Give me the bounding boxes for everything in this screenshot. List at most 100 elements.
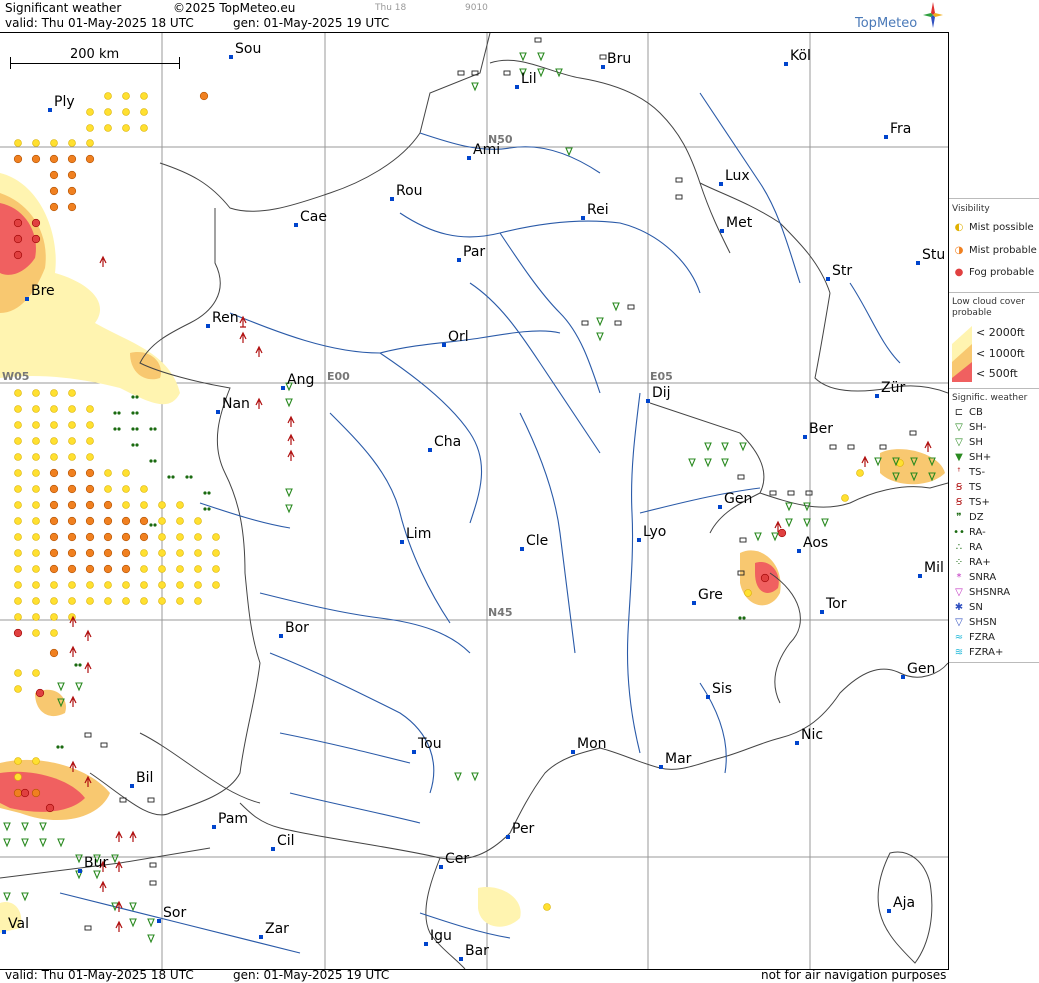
city-marker (48, 108, 52, 112)
city-cle[interactable]: Cle (520, 533, 548, 551)
city-aos[interactable]: Aos (797, 535, 828, 553)
legend-item-label: SH- (969, 422, 987, 433)
city-kol[interactable]: Köl (784, 48, 811, 66)
city-igu[interactable]: Igu (424, 928, 452, 946)
city-ang[interactable]: Ang (281, 372, 314, 390)
legend-ra-heavy: ⁘ RA+ (952, 557, 991, 568)
city-pam[interactable]: Pam (212, 811, 248, 829)
city-marker (157, 919, 161, 923)
logo-text: TopMeteo (855, 16, 918, 31)
rain-heavy-icon: ⁘ (954, 557, 964, 568)
city-marker (797, 549, 801, 553)
city-lux[interactable]: Lux (719, 168, 750, 186)
city-stu[interactable]: Stu (916, 247, 945, 265)
city-marker (212, 825, 216, 829)
city-zur[interactable]: Zür (875, 380, 905, 398)
city-tou[interactable]: Tou (412, 736, 442, 754)
city-label: Met (726, 215, 753, 231)
city-cha[interactable]: Cha (428, 434, 461, 452)
city-tor[interactable]: Tor (820, 596, 847, 614)
freezing-rain-heavy-icon: ≋ (954, 647, 964, 658)
city-lyo[interactable]: Lyo (637, 524, 667, 542)
city-marker (281, 386, 285, 390)
city-met[interactable]: Met (720, 215, 753, 233)
city-str[interactable]: Str (826, 263, 852, 281)
city-dij[interactable]: Dij (646, 385, 671, 403)
city-label: Gen (907, 661, 936, 677)
city-bre[interactable]: Bre (25, 283, 55, 301)
shower-heavy-icon: ▼ (955, 452, 963, 463)
snow-icon: ✱ (954, 602, 964, 613)
city-per[interactable]: Per (506, 821, 534, 839)
city-bar[interactable]: Bar (459, 943, 489, 961)
city-nan[interactable]: Nan (216, 396, 250, 414)
city-ami[interactable]: Ami (467, 142, 500, 160)
shower-light-icon: ▽ (955, 422, 963, 433)
legend-item-label: SH+ (969, 452, 992, 463)
city-marker (428, 448, 432, 452)
city-orl[interactable]: Orl (442, 329, 469, 347)
city-label: Lyo (643, 524, 667, 540)
city-label: Cil (277, 833, 295, 849)
city-label: Cer (445, 851, 470, 867)
topmeteo-logo[interactable]: TopMeteo (855, 2, 945, 32)
city-label: Ber (809, 421, 833, 437)
legend-ts-heavy: Ꞩ TS+ (952, 497, 990, 508)
city-nic[interactable]: Nic (795, 727, 823, 745)
city-mar[interactable]: Mar (659, 751, 691, 769)
city-sou[interactable]: Sou (229, 41, 261, 59)
legend-sh-light: ▽ SH- (952, 422, 986, 433)
weather-map[interactable]: 200 km N50 N45 W05 E00 E05 Sou Ply Lil B… (0, 32, 949, 970)
city-bru[interactable]: Bru (601, 51, 631, 69)
city-fra[interactable]: Fra (884, 121, 911, 139)
legend-item-label: FZRA+ (969, 647, 1004, 658)
city-marker (820, 610, 824, 614)
city-ber[interactable]: Ber (803, 421, 833, 439)
city-marker (25, 297, 29, 301)
city-label: Bor (285, 620, 309, 636)
city-val[interactable]: Val (2, 916, 29, 934)
city-aja[interactable]: Aja (887, 895, 915, 913)
legend-lowcloud-title: Low cloud cover probable (952, 297, 1025, 318)
legend-panel: Visibility ◐ Mist possible ◑ Mist probable… (949, 0, 1039, 983)
cb-markers (84, 37, 917, 931)
city-cae[interactable]: Cae (294, 209, 327, 227)
city-mil[interactable]: Mil (918, 560, 944, 578)
city-label: Rou (396, 183, 423, 199)
city-marker (718, 505, 722, 509)
legend-mist-probable: ◑ Mist probable (952, 245, 1037, 256)
city-gre[interactable]: Gre (692, 587, 723, 605)
city-lim[interactable]: Lim (400, 526, 431, 544)
city-sor[interactable]: Sor (157, 905, 186, 923)
city-ply[interactable]: Ply (48, 94, 75, 112)
city-lil[interactable]: Lil (515, 71, 537, 89)
grid-label-e00: E00 (327, 370, 350, 383)
city-gen-genoa[interactable]: Gen (901, 661, 936, 679)
city-gen-geneva[interactable]: Gen (718, 491, 752, 509)
city-cer[interactable]: Cer (439, 851, 470, 869)
city-bil[interactable]: Bil (130, 770, 153, 788)
city-marker (279, 634, 283, 638)
city-marker (720, 229, 724, 233)
city-par[interactable]: Par (457, 244, 485, 262)
legend-lc-500: < 500ft (976, 367, 1018, 380)
legend-signif-title: Signific. weather (952, 393, 1028, 403)
city-rei[interactable]: Rei (581, 202, 609, 220)
city-marker (2, 930, 6, 934)
mist-possible-markers (14, 92, 904, 911)
snow-shower-icon: ▽ (955, 617, 963, 628)
city-sis[interactable]: Sis (706, 681, 732, 699)
scale-label: 200 km (70, 47, 120, 62)
legend-item-label: TS (969, 482, 982, 493)
city-ren[interactable]: Ren (206, 310, 239, 328)
city-marker (887, 909, 891, 913)
city-bor[interactable]: Bor (279, 620, 309, 638)
city-marker (795, 741, 799, 745)
city-zar[interactable]: Zar (259, 921, 289, 939)
city-bur[interactable]: Bur (78, 855, 108, 873)
city-cil[interactable]: Cil (271, 833, 295, 851)
city-marker (506, 835, 510, 839)
city-mon[interactable]: Mon (571, 736, 607, 754)
city-label: Köl (790, 48, 811, 64)
city-rou[interactable]: Rou (390, 183, 423, 201)
